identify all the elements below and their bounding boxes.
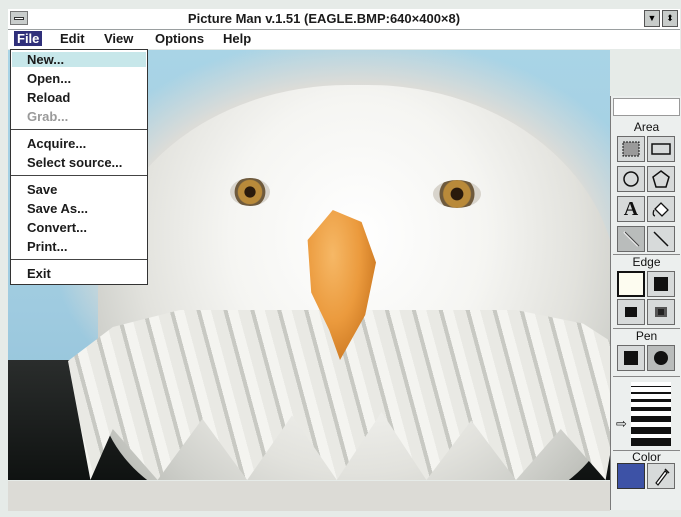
file-menu-dropdown: New... Open... Reload Grab... Acquire...… [10, 49, 148, 285]
pen-width-option[interactable] [631, 399, 671, 402]
menu-item-save[interactable]: Save [27, 182, 57, 197]
line-icon[interactable] [647, 226, 675, 252]
menu-item-acquire[interactable]: Acquire... [27, 136, 86, 151]
menu-item-convert[interactable]: Convert... [27, 220, 87, 235]
pen-width-option[interactable] [631, 416, 671, 422]
toolbox-header[interactable] [613, 98, 680, 116]
pen-selected-arrow-icon: ⇨ [616, 416, 627, 431]
edge-blur-option[interactable] [647, 299, 675, 325]
pen-width-option[interactable] [631, 407, 671, 411]
minimize-button[interactable]: ▼ [644, 10, 660, 27]
pen-label: Pen [635, 329, 658, 343]
brush-icon[interactable] [617, 226, 645, 252]
menu-item-open[interactable]: Open... [27, 71, 71, 86]
menu-item-save-as[interactable]: Save As... [27, 201, 88, 216]
pen-width-option[interactable] [631, 392, 671, 394]
edge-hard-option[interactable] [647, 271, 675, 297]
status-bar [8, 481, 610, 511]
edge-label: Edge [632, 255, 661, 269]
menu-separator [11, 129, 147, 130]
area-label: Area [633, 120, 660, 134]
edge-small-option[interactable] [617, 299, 645, 325]
menu-item-print[interactable]: Print... [27, 239, 67, 254]
pen-square-icon[interactable] [617, 345, 645, 371]
menu-help[interactable]: Help [223, 31, 251, 46]
menu-item-new[interactable]: New... [12, 52, 146, 67]
toolbox-separator [613, 376, 680, 377]
edge-soft-option[interactable] [617, 271, 645, 297]
color-picker-icon[interactable] [647, 463, 675, 489]
window-title: Picture Man v.1.51 (EAGLE.BMP:640×400×8) [187, 11, 461, 26]
current-color-swatch[interactable] [617, 463, 645, 489]
menu-edit[interactable]: Edit [60, 31, 85, 46]
polygon-icon[interactable] [647, 166, 675, 192]
menu-item-reload[interactable]: Reload [27, 90, 70, 105]
pen-width-option[interactable] [631, 438, 671, 446]
eagle-left-eye [230, 178, 270, 206]
fill-icon[interactable] [647, 196, 675, 222]
pen-width-selector[interactable] [631, 382, 671, 446]
menu-view[interactable]: View [104, 31, 133, 46]
text-icon[interactable]: A [617, 196, 645, 222]
pen-width-option[interactable] [631, 427, 671, 434]
color-label: Color [632, 450, 661, 464]
menu-options[interactable]: Options [155, 31, 204, 46]
rectangle-icon[interactable] [647, 136, 675, 162]
title-bar: Picture Man v.1.51 (EAGLE.BMP:640×400×8)… [8, 9, 680, 30]
menu-separator [11, 259, 147, 260]
pen-round-icon[interactable] [647, 345, 675, 371]
menu-separator [11, 175, 147, 176]
menu-file[interactable]: File [14, 31, 43, 46]
menu-bar: File Edit View Options Help [8, 30, 680, 49]
menu-item-select-source[interactable]: Select source... [27, 155, 122, 170]
menu-item-exit[interactable]: Exit [27, 266, 51, 281]
restore-button[interactable]: ⬍ [662, 10, 678, 27]
toolbox-panel: Area A Edge Pen ⇨ Color [610, 96, 681, 510]
menu-item-grab: Grab... [27, 109, 69, 124]
select-brush-icon[interactable] [617, 136, 645, 162]
eagle-right-eye [433, 180, 481, 208]
pen-width-option[interactable] [631, 386, 671, 387]
circle-icon[interactable] [617, 166, 645, 192]
